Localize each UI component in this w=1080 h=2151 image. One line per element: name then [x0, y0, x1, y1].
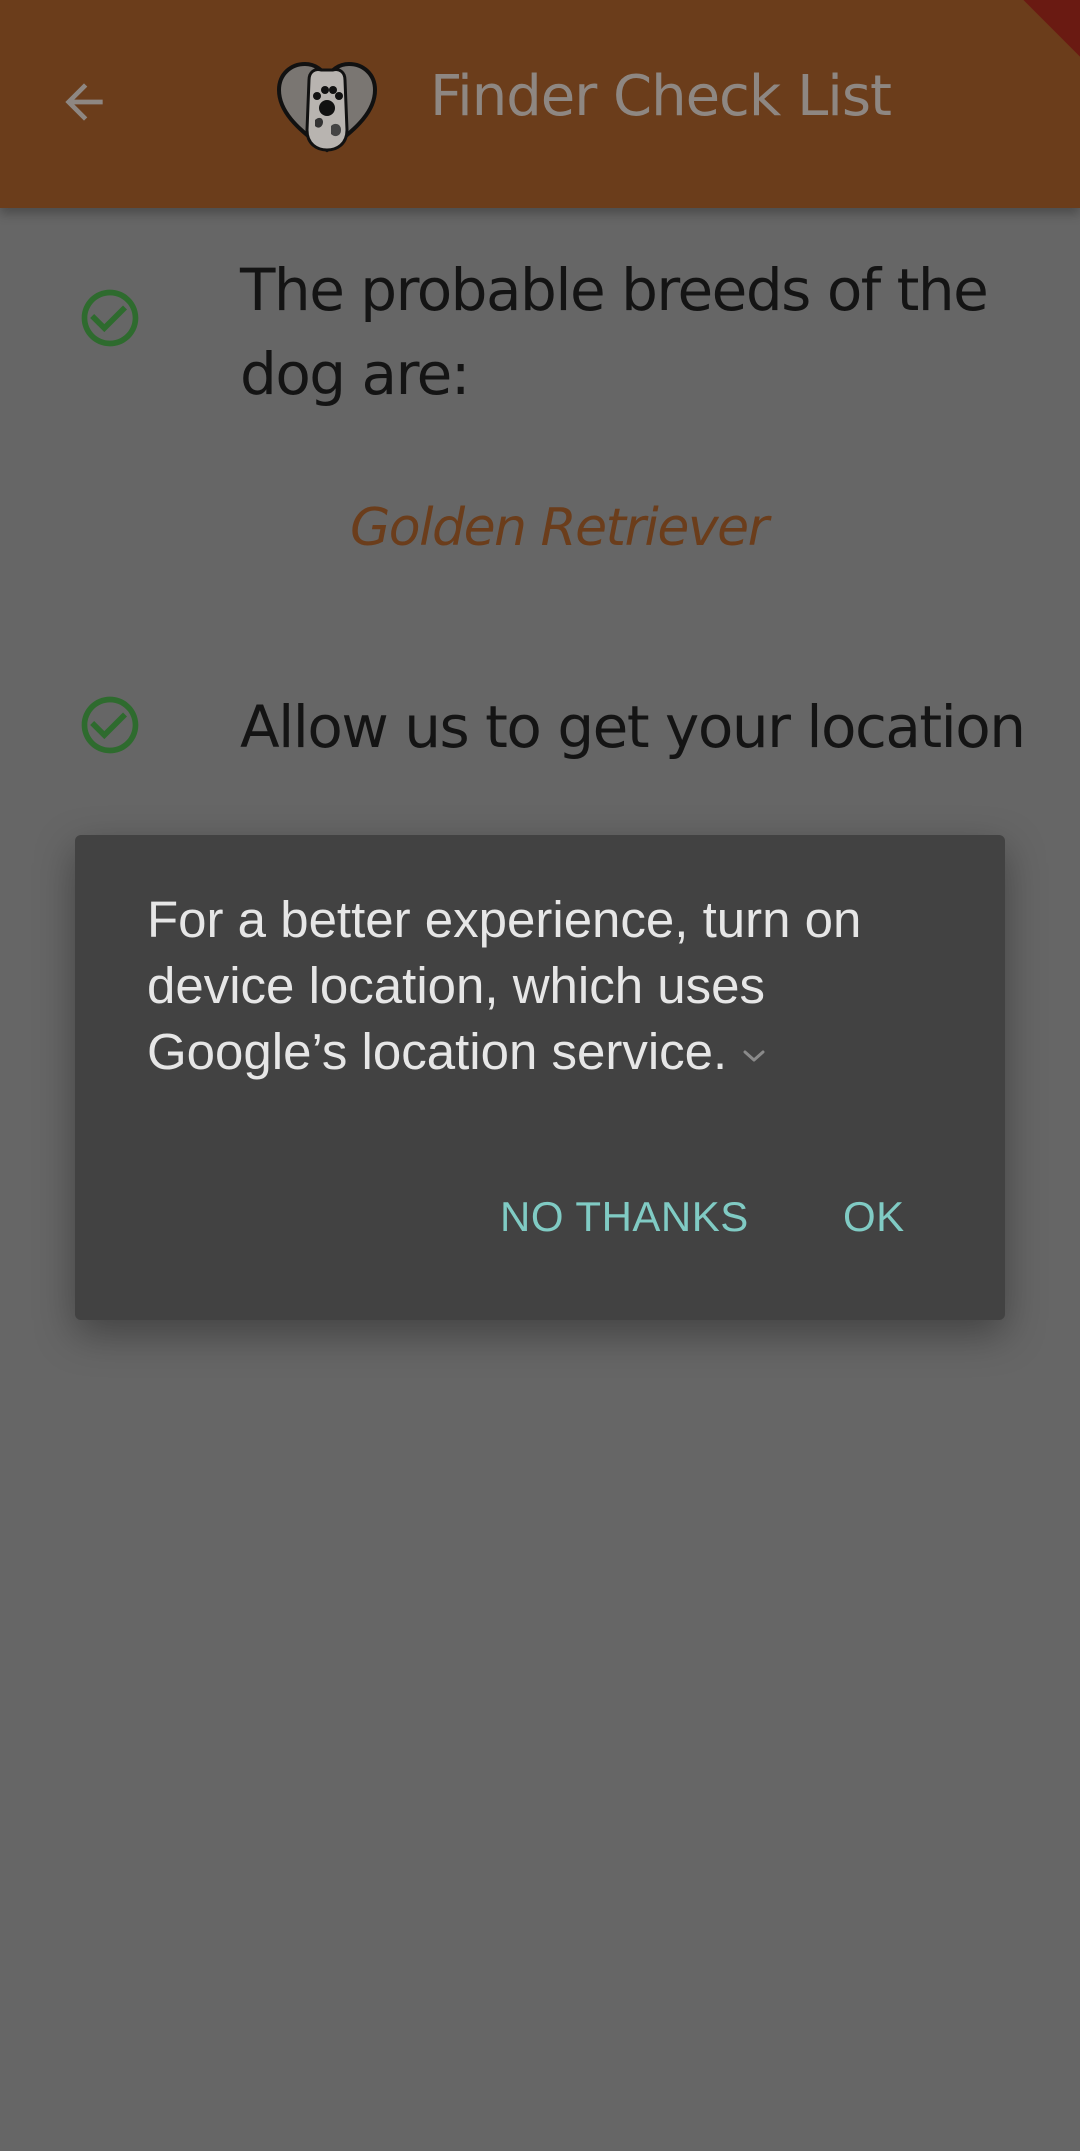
checklist-item-label: Allow us to get your location: [240, 693, 1026, 761]
page-title: Finder Check List: [430, 64, 892, 129]
arrow-left-icon: [65, 83, 103, 121]
location-permission-dialog: For a better experience, turn on device …: [75, 835, 1005, 1320]
ok-button[interactable]: OK: [843, 1193, 905, 1241]
debug-banner: [1010, 0, 1080, 70]
chevron-down-icon[interactable]: [739, 1046, 769, 1066]
breed-result: Golden Retriever: [350, 498, 769, 558]
check-circle-icon: [81, 696, 139, 754]
back-button[interactable]: [44, 62, 124, 142]
heart-paw-logo: [276, 61, 378, 153]
dialog-message: For a better experience, turn on device …: [147, 887, 947, 1085]
checklist-item-label: The probable breeds of the dog are:: [240, 256, 989, 408]
app-bar: Finder Check List: [0, 0, 1080, 208]
no-thanks-button[interactable]: NO THANKS: [500, 1193, 749, 1241]
check-circle-icon: [81, 289, 139, 347]
